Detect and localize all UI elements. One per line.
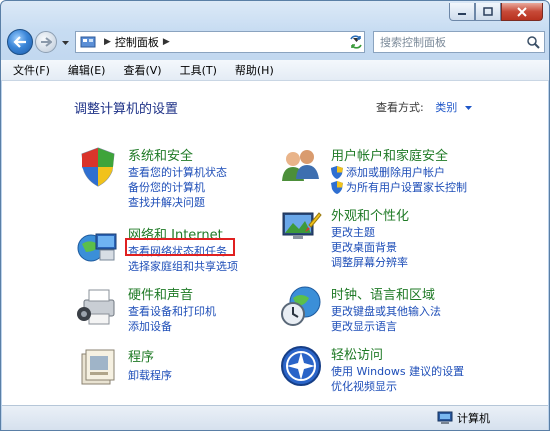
link-screen-resolution[interactable]: 调整屏幕分辨率 bbox=[331, 254, 408, 270]
category-title[interactable]: 程序 bbox=[128, 346, 154, 365]
category-hardware-sound: 硬件和声音 查看设备和打印机 添加设备 bbox=[76, 284, 276, 334]
status-computer-label: 计算机 bbox=[457, 412, 490, 425]
link-change-keyboard[interactable]: 更改键盘或其他输入法 bbox=[331, 303, 441, 319]
users-icon bbox=[282, 150, 319, 181]
search-input[interactable]: 搜索控制面板 bbox=[373, 31, 545, 53]
menu-help[interactable]: 帮助(H) bbox=[235, 62, 274, 78]
category-title[interactable]: 外观和个性化 bbox=[331, 205, 409, 224]
control-panel-window: ▶ 控制面板 ▶ 搜索控制面板 文件(F) 编辑(E) 查看(V) 工具(T) … bbox=[0, 0, 550, 431]
page-title: 调整计算机的设置 bbox=[74, 102, 179, 117]
link-change-background[interactable]: 更改桌面背景 bbox=[331, 239, 397, 255]
address-bar[interactable]: ▶ 控制面板 ▶ bbox=[75, 31, 365, 53]
content-pane: 调整计算机的设置 查看方式: 类别 系统和安全 查看您的计算机状态 备份您的计算… bbox=[2, 81, 548, 406]
category-title[interactable]: 硬件和声音 bbox=[128, 284, 193, 303]
link-add-remove-accounts[interactable]: 添加或删除用户帐户 bbox=[331, 164, 445, 180]
window-caption-buttons bbox=[449, 3, 543, 23]
search-placeholder: 搜索控制面板 bbox=[380, 36, 446, 49]
uac-shield-icon bbox=[331, 165, 343, 179]
breadcrumb-control-panel[interactable]: 控制面板 bbox=[115, 34, 159, 50]
menu-edit[interactable]: 编辑(E) bbox=[68, 62, 106, 78]
menu-file[interactable]: 文件(F) bbox=[13, 62, 50, 78]
link-view-computer-status[interactable]: 查看您的计算机状态 bbox=[128, 164, 227, 180]
category-title[interactable]: 用户帐户和家庭安全 bbox=[331, 145, 448, 164]
link-optimize-display[interactable]: 优化视频显示 bbox=[331, 378, 397, 394]
link-recommended-settings[interactable]: 使用 Windows 建议的设置 bbox=[331, 363, 464, 379]
menu-bar: 文件(F) 编辑(E) 查看(V) 工具(T) 帮助(H) bbox=[1, 60, 549, 81]
category-title[interactable]: 时钟、语言和区域 bbox=[331, 284, 435, 303]
refresh-button[interactable] bbox=[344, 32, 368, 52]
status-bar: 计算机 bbox=[2, 405, 548, 430]
link-add-device[interactable]: 添加设备 bbox=[128, 318, 172, 334]
category-user-accounts: 用户帐户和家庭安全 添加或删除用户帐户 为所有用户设置家长控制 bbox=[279, 145, 509, 195]
close-button[interactable] bbox=[501, 3, 543, 21]
status-computer: 计算机 bbox=[437, 410, 490, 426]
view-by-dropdown[interactable]: 类别 bbox=[435, 101, 457, 114]
maximize-button[interactable] bbox=[475, 3, 501, 21]
arrow-left-icon bbox=[13, 36, 26, 48]
menu-tools[interactable]: 工具(T) bbox=[180, 62, 217, 78]
computer-icon bbox=[437, 411, 453, 424]
network-globe-icon bbox=[77, 233, 117, 262]
chevron-down-icon bbox=[61, 41, 69, 45]
view-by: 查看方式: 类别 bbox=[376, 99, 472, 115]
link-homegroup-sharing[interactable]: 选择家庭组和共享选项 bbox=[128, 258, 238, 274]
link-troubleshoot[interactable]: 查找并解决问题 bbox=[128, 194, 205, 210]
appearance-icon bbox=[282, 212, 322, 239]
chevron-down-icon[interactable] bbox=[464, 106, 472, 110]
category-system-security: 系统和安全 查看您的计算机状态 备份您的计算机 查找并解决问题 bbox=[76, 145, 276, 209]
menu-view[interactable]: 查看(V) bbox=[123, 62, 161, 78]
link-parental-controls[interactable]: 为所有用户设置家长控制 bbox=[331, 179, 467, 195]
link-label[interactable]: 添加或删除用户帐户 bbox=[346, 164, 445, 180]
link-change-display-language[interactable]: 更改显示语言 bbox=[331, 318, 397, 334]
recent-pages-dropdown[interactable] bbox=[60, 38, 70, 48]
back-button[interactable] bbox=[7, 29, 33, 55]
control-panel-icon bbox=[80, 36, 96, 48]
link-devices-printers[interactable]: 查看设备和打印机 bbox=[128, 303, 216, 319]
ease-of-access-icon bbox=[281, 346, 321, 386]
category-ease-of-access: 轻松访问 使用 Windows 建议的设置 优化视频显示 bbox=[279, 344, 509, 394]
link-backup-computer[interactable]: 备份您的计算机 bbox=[128, 179, 205, 195]
clock-globe-icon bbox=[281, 286, 321, 326]
category-programs: 程序 卸载程序 bbox=[76, 346, 276, 394]
minimize-icon bbox=[458, 12, 466, 15]
link-label[interactable]: 为所有用户设置家长控制 bbox=[346, 179, 467, 195]
view-by-label: 查看方式: bbox=[376, 101, 424, 114]
minimize-button[interactable] bbox=[449, 3, 475, 21]
forward-button[interactable] bbox=[35, 31, 57, 53]
category-title[interactable]: 系统和安全 bbox=[128, 145, 193, 164]
printer-icon bbox=[77, 289, 115, 325]
category-title[interactable]: 轻松访问 bbox=[331, 344, 383, 363]
refresh-icon bbox=[350, 35, 362, 49]
close-icon bbox=[517, 6, 527, 17]
highlight-box bbox=[125, 238, 235, 256]
programs-icon bbox=[81, 349, 115, 385]
shield-icon bbox=[81, 147, 115, 187]
navigation-bar: ▶ 控制面板 ▶ 搜索控制面板 bbox=[7, 29, 545, 57]
uac-shield-icon bbox=[331, 180, 343, 194]
maximize-icon bbox=[483, 7, 493, 16]
arrow-right-icon bbox=[41, 37, 52, 47]
breadcrumb-separator[interactable]: ▶ bbox=[163, 37, 170, 47]
link-change-theme[interactable]: 更改主题 bbox=[331, 224, 375, 240]
category-clock-language: 时钟、语言和区域 更改键盘或其他输入法 更改显示语言 bbox=[279, 284, 509, 334]
category-appearance: 外观和个性化 更改主题 更改桌面背景 调整屏幕分辨率 bbox=[279, 205, 509, 269]
search-icon[interactable] bbox=[526, 35, 540, 49]
breadcrumb-separator: ▶ bbox=[104, 37, 111, 47]
link-uninstall-program[interactable]: 卸载程序 bbox=[128, 367, 172, 383]
